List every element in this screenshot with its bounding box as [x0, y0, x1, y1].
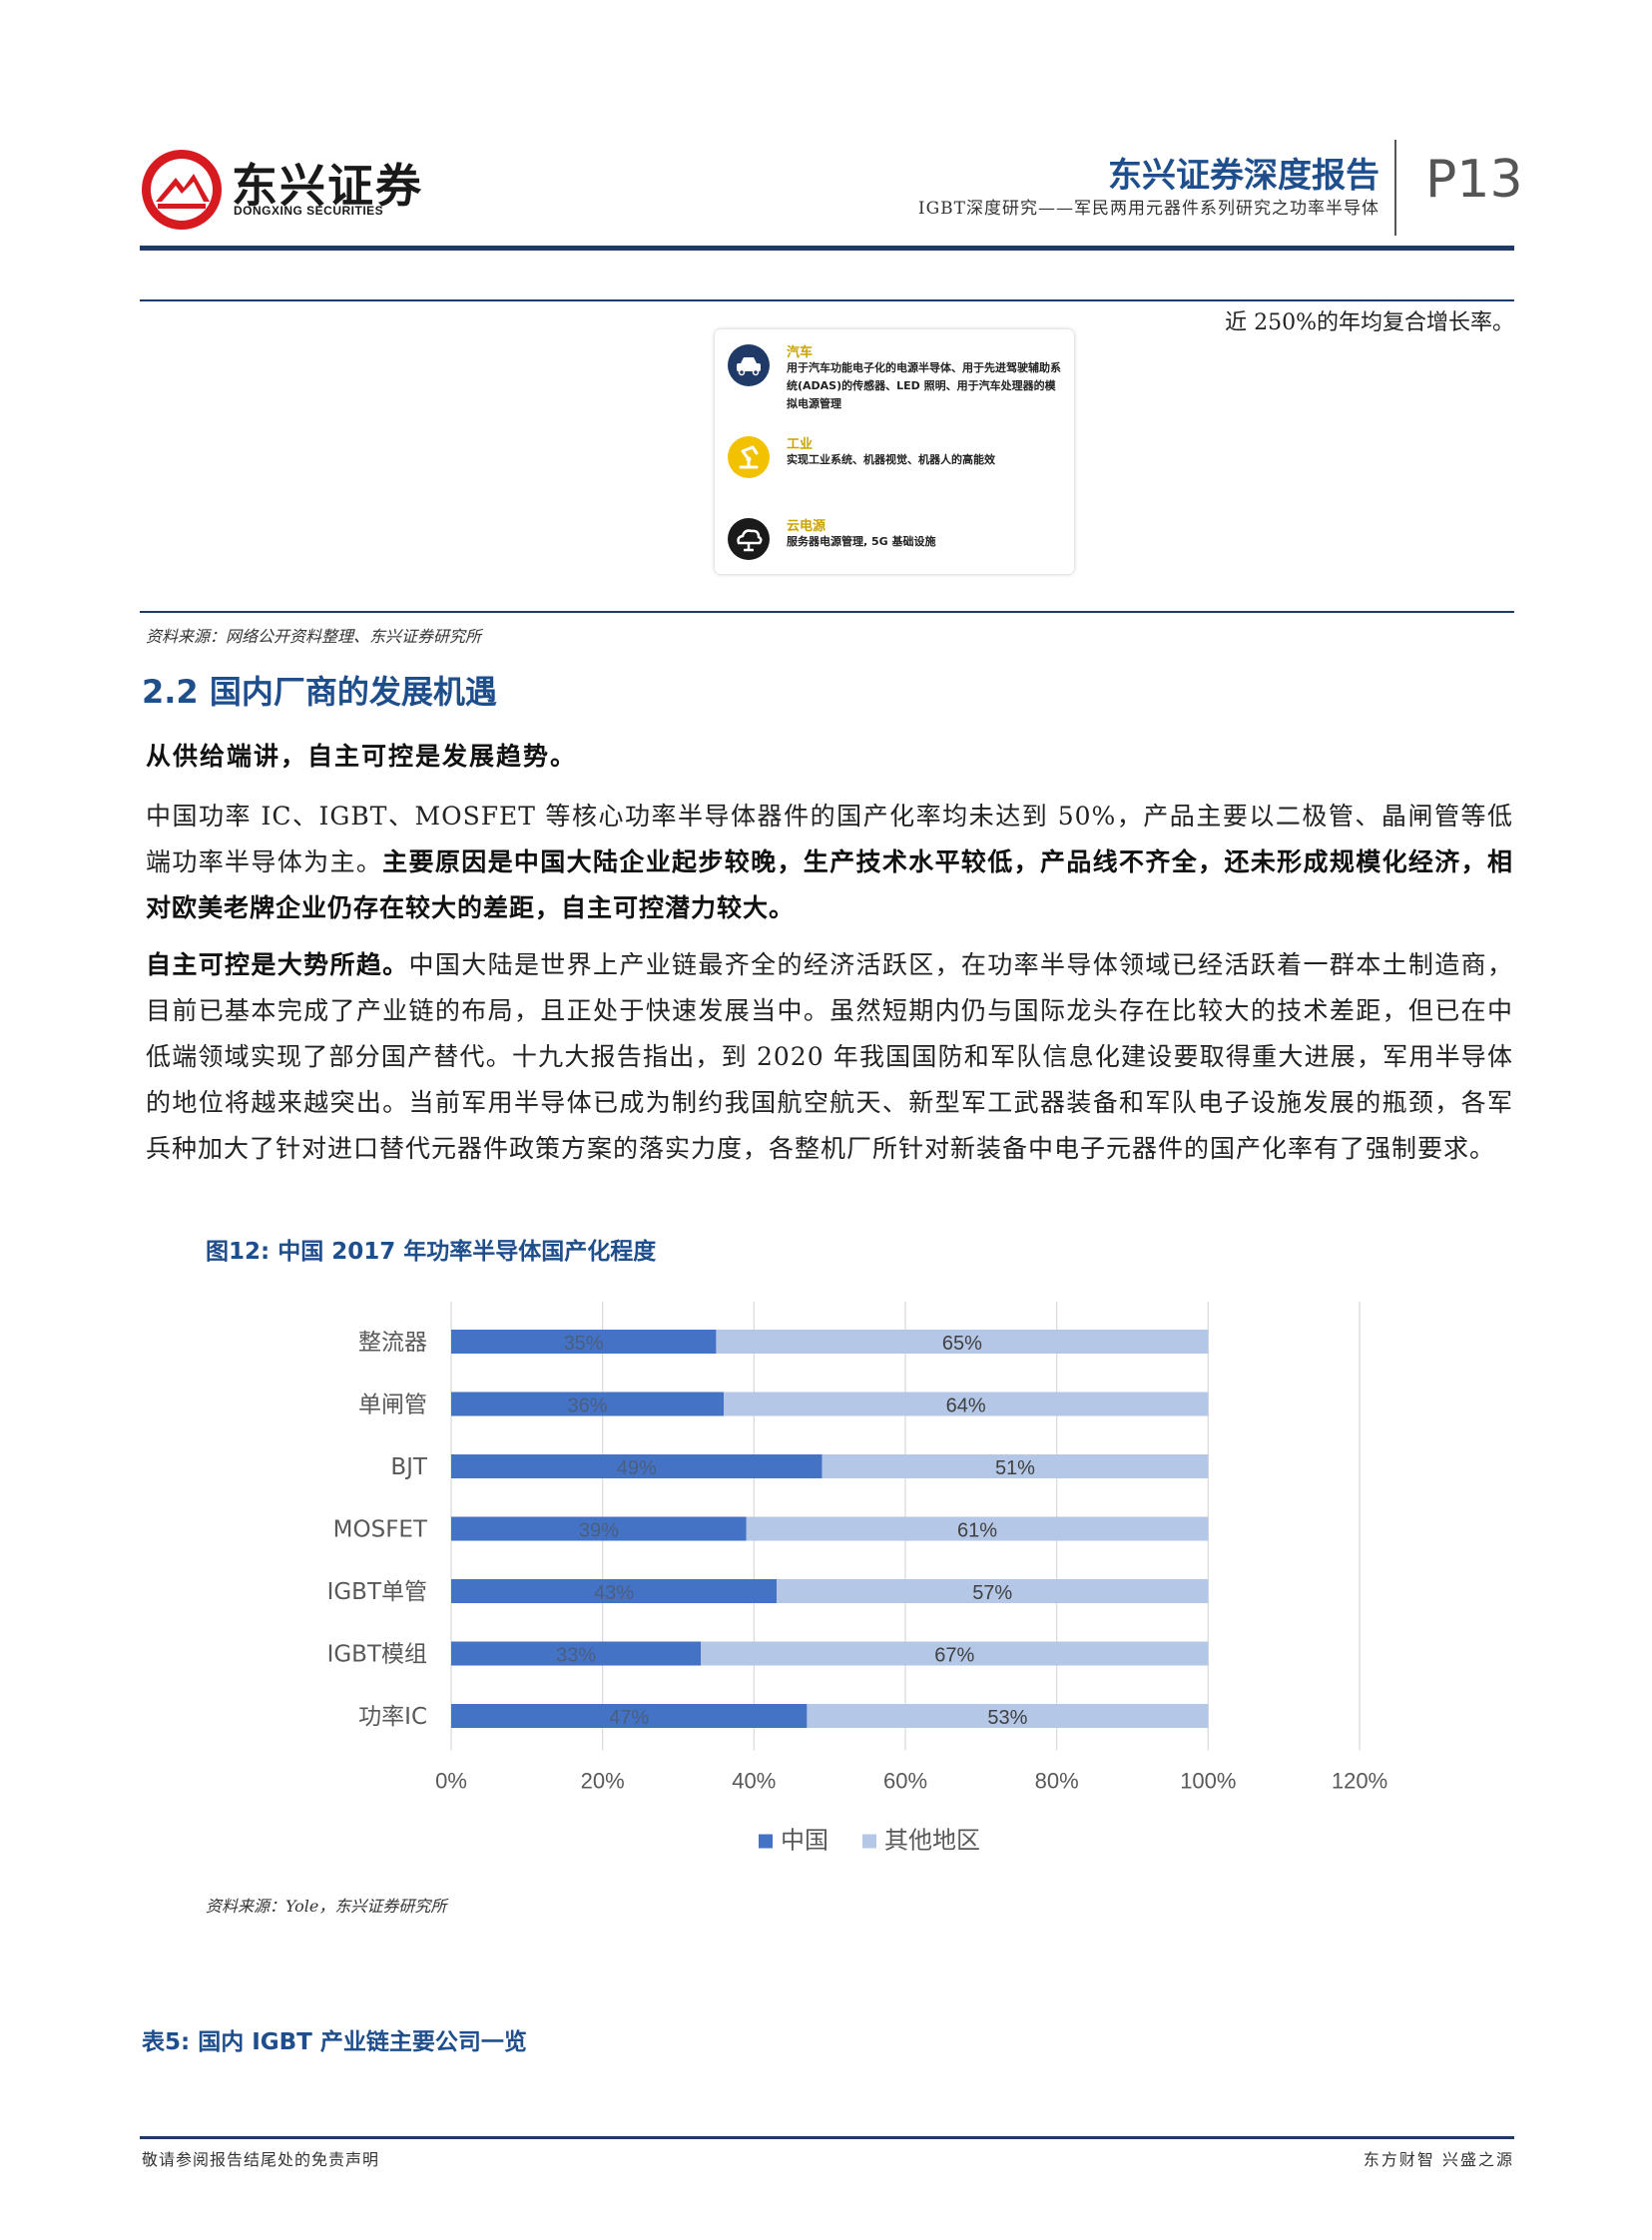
application-desc: 服务器电源管理, 5G 基础设施 [787, 535, 936, 548]
category-label: IGBT单管 [327, 1579, 427, 1605]
section-lead: 从供给端讲，自主可控是发展趋势。 [146, 742, 578, 771]
paragraph-bold-text: 自主可控是大势所趋。 [146, 950, 409, 979]
data-label: 61% [957, 1520, 997, 1542]
category-label: 单闸管 [358, 1393, 427, 1418]
robot-arm-icon [728, 436, 770, 478]
application-title: 工业 [787, 437, 814, 452]
table-title: 表5: 国内 IGBT 产业链主要公司一览 [142, 2029, 527, 2055]
data-label: 36% [567, 1396, 607, 1417]
data-label: 57% [972, 1582, 1012, 1604]
figure-source: 资料来源：网络公开资料整理、东兴证券研究所 [146, 627, 482, 646]
category-label: BJT [390, 1454, 428, 1480]
application-item-cloud: 云电源 服务器电源管理, 5G 基础设施 [723, 511, 1072, 571]
data-label: 53% [987, 1707, 1027, 1729]
stacked-bar-chart: 0% 20% 40% 60% 80% 100% 120% 整流器 35% 65% 单闸管 36% 64%… [327, 1302, 1387, 1855]
company-logo-english: DONGXING SECURITIES [234, 204, 384, 218]
category-label: IGBT模组 [327, 1642, 427, 1668]
figure-top-rule [140, 299, 1514, 301]
data-label: 64% [946, 1396, 986, 1417]
x-tick-label: 20% [581, 1769, 625, 1794]
figure-title: 图12: 中国 2017 年功率半导体国产化程度 [206, 1239, 657, 1265]
data-label: 49% [617, 1457, 657, 1479]
data-label: 39% [579, 1520, 619, 1542]
x-tick-label: 60% [883, 1769, 927, 1794]
company-logo-mark [142, 150, 222, 230]
application-desc: 实现工业系统、机器视觉、机器人的高能效 [787, 453, 995, 466]
legend-label: 其他地区 [884, 1827, 980, 1855]
paragraph-text: 中国大陆是世界上产业链最齐全的经济活跃区，在功率半导体领域已经活跃着一群本土制造… [146, 950, 1513, 1163]
data-label: 35% [564, 1333, 604, 1355]
report-subtitle: IGBT深度研究——军民两用元器件系列研究之功率半导体 [917, 199, 1379, 219]
data-label: 65% [942, 1333, 982, 1355]
figure-bottom-rule [140, 611, 1514, 613]
legend-swatch [862, 1834, 876, 1849]
figure-source: 资料来源：Yole，东兴证券研究所 [206, 1897, 447, 1916]
footer-disclaimer: 敬请参阅报告结尾处的免责声明 [142, 2150, 380, 2169]
application-desc: 用于汽车功能电子化的电源半导体、用于先进驾驶辅助系统(ADAS)的传感器、LED… [787, 361, 1061, 410]
legend-swatch [759, 1834, 773, 1849]
legend-label: 中国 [781, 1827, 828, 1855]
data-label: 47% [609, 1707, 649, 1729]
x-tick-label: 100% [1180, 1769, 1236, 1794]
footer-slogan: 东方财智 兴盛之源 [1363, 2150, 1514, 2169]
data-label: 33% [556, 1645, 596, 1667]
application-item-auto: 汽车 用于汽车功能电子化的电源半导体、用于先进驾驶辅助系统(ADAS)的传感器、… [723, 337, 1072, 422]
figure-text-continuation: 近 250%的年均复合增长率。 [1225, 310, 1514, 335]
cloud-icon [728, 518, 770, 560]
header-rule [140, 246, 1514, 251]
data-label: 67% [934, 1645, 974, 1667]
page-number: P13 [1425, 150, 1523, 210]
application-item-industry: 工业 实现工业系统、机器视觉、机器人的高能效 [723, 429, 1072, 504]
x-tick-label: 0% [435, 1769, 467, 1794]
applications-figure: 汽车 用于汽车功能电子化的电源半导体、用于先进驾驶辅助系统(ADAS)的传感器、… [715, 329, 1074, 574]
data-label: 43% [594, 1582, 634, 1604]
category-label: 整流器 [358, 1330, 427, 1356]
car-icon [728, 344, 770, 386]
footer-rule [140, 2136, 1514, 2139]
section-title: 2.2 国内厂商的发展机遇 [142, 673, 497, 711]
application-title: 汽车 [787, 345, 814, 360]
data-label: 51% [995, 1457, 1035, 1479]
application-title: 云电源 [787, 519, 826, 534]
report-title: 东兴证券深度报告 [1108, 156, 1379, 196]
header-separator [1394, 140, 1396, 236]
x-tick-label: 120% [1332, 1769, 1387, 1794]
category-label: MOSFET [333, 1517, 428, 1543]
paragraph: 中国功率 IC、IGBT、MOSFET 等核心功率半导体器件的国产化率均未达到 … [146, 794, 1513, 931]
x-tick-label: 80% [1035, 1769, 1079, 1794]
paragraph: 自主可控是大势所趋。中国大陆是世界上产业链最齐全的经济活跃区，在功率半导体领域已… [146, 942, 1513, 1172]
x-tick-label: 40% [732, 1769, 776, 1794]
category-label: 功率IC [358, 1704, 427, 1730]
